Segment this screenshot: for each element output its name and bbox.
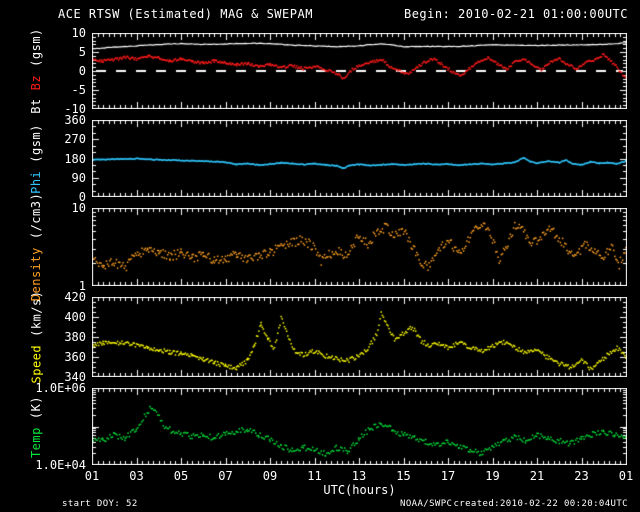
- x-tick-label: 05: [173, 469, 189, 483]
- plot-area: 10 5 0 -5 -10 BtBz(gsm) 360 270 180 90 0 Phi(gsm) 10…: [0, 0, 640, 512]
- x-tick-label: 11: [307, 469, 322, 483]
- y-axis-label-part: (gsm): [29, 28, 43, 67]
- y-axis-label-part: (km/s): [29, 290, 44, 337]
- y-axis-label-part: Speed: [29, 344, 44, 384]
- panel-canvas-phi: [92, 120, 627, 197]
- x-tick-label: 15: [396, 469, 411, 483]
- x-tick-label: 21: [529, 469, 545, 483]
- y-axis-label-text: Temp (K): [29, 391, 43, 461]
- y-axis-label-part: (K): [29, 395, 43, 419]
- y-axis-label-bt-bz: Bt Bz (gsm): [10, 28, 62, 114]
- ace-rtsw-plot-window: ACE RTSW (Estimated) MAG & SWEPAM Begin:…: [0, 0, 640, 512]
- y-axis-label-phi: Phi(gsm): [10, 120, 62, 197]
- created-timestamp: created:2010-02-22 00:20:04UTC: [453, 499, 628, 509]
- y-axis-label-temp: Temp (K): [10, 388, 62, 465]
- panel-canvas-speed: [92, 297, 627, 377]
- x-tick-label: 23: [574, 469, 589, 483]
- agency-credit: NOAA/SWPC: [400, 499, 453, 509]
- x-tick-label: 03: [129, 469, 144, 483]
- panel-canvas-temp: [92, 388, 627, 465]
- y-axis-label-text: Speed (km/s): [29, 287, 43, 388]
- x-tick-label: 09: [262, 469, 278, 483]
- y-axis-label-text: Bt Bz (gsm): [29, 24, 43, 118]
- y-axis-label-part: Bt: [29, 98, 43, 114]
- y-axis-label-text: Phi(gsm): [29, 120, 43, 198]
- y-axis-label-part: Bz: [29, 74, 43, 91]
- panel-canvas-density: [92, 208, 627, 286]
- y-axis-label-speed: Speed (km/s): [10, 291, 62, 384]
- x-tick-label: 01: [84, 469, 100, 483]
- y-axis-label-part: (gsm): [29, 123, 43, 163]
- x-tick-label: 17: [440, 469, 456, 483]
- x-tick-label: 01: [618, 469, 634, 483]
- x-tick-label: 19: [485, 469, 500, 483]
- x-tick-label: 07: [218, 469, 233, 483]
- y-axis-label-part: Temp: [29, 426, 43, 458]
- x-axis-label: UTC(hours): [323, 483, 396, 497]
- start-doy-label: start DOY: 52: [62, 499, 138, 509]
- y-axis-label-part: (/cm3): [29, 192, 43, 240]
- x-tick-label: 13: [351, 469, 367, 483]
- panel-canvas-bt-bz: [92, 33, 627, 109]
- y-axis-label-density: Density(/cm3): [10, 193, 62, 301]
